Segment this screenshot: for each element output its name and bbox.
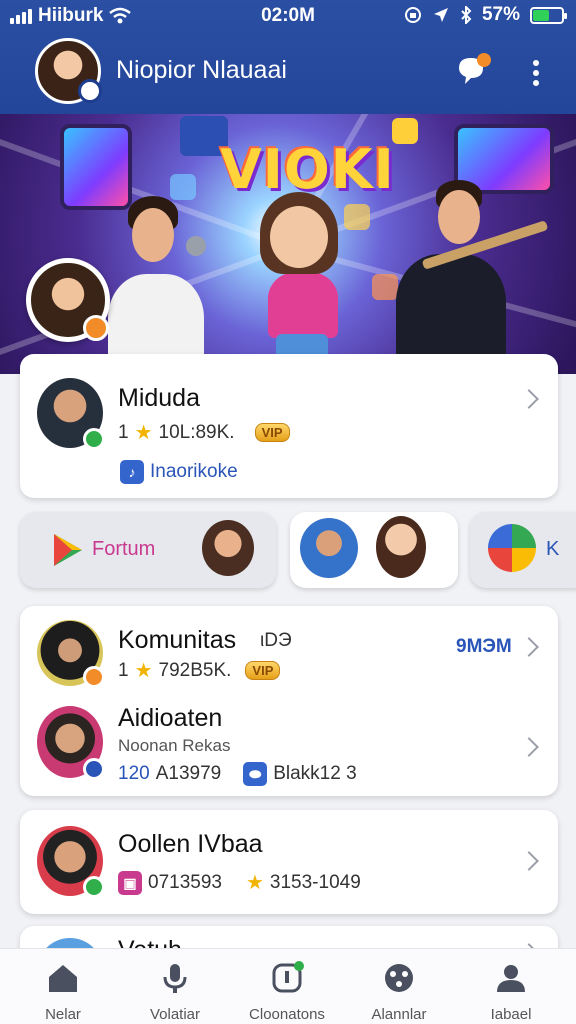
status-dot bbox=[83, 758, 105, 780]
star-icon: ★ bbox=[245, 872, 264, 894]
chevron-right-icon[interactable] bbox=[519, 851, 539, 871]
app-header: Hiiburk 02:0M 57% Niopior Nlauaai bbox=[0, 0, 576, 114]
battery-percent: 57% bbox=[481, 4, 520, 25]
home-icon bbox=[49, 965, 77, 992]
bell-icon bbox=[272, 961, 304, 993]
star-icon: ★ bbox=[134, 422, 153, 444]
music-note-icon bbox=[372, 274, 398, 300]
list-item[interactable]: Komunitas ιDЭ 1 ★ 792B5K. VIP 9MЭM bbox=[20, 606, 558, 698]
item-subtitle: Noonan Rekas bbox=[118, 736, 231, 755]
online-dot bbox=[83, 876, 105, 898]
chip-label: K bbox=[546, 538, 560, 560]
status-bar: Hiiburk 02:0M 57% bbox=[0, 0, 576, 32]
list-card[interactable]: Oollen IVbaa ▣ 0713593 ★ 3153-1049 bbox=[20, 810, 558, 914]
singer-left-head bbox=[132, 208, 174, 262]
vip-badge: VIP bbox=[254, 423, 290, 442]
play-store-icon bbox=[488, 524, 536, 572]
profile-icon bbox=[497, 965, 525, 992]
dancer-center-head bbox=[270, 206, 328, 268]
chevron-right-icon[interactable] bbox=[519, 637, 539, 657]
chip-fortum[interactable]: Fortum bbox=[20, 512, 276, 588]
microphone-icon bbox=[163, 964, 187, 993]
phone-icon: ▣ bbox=[118, 870, 142, 895]
item-name: Komunitas bbox=[118, 626, 237, 654]
studio-monitor-left bbox=[60, 124, 132, 210]
item-suffix: ιDЭ bbox=[260, 630, 292, 651]
item-stats: 1 ★ 792B5K. VIP bbox=[118, 658, 281, 683]
item-right-label: 9MЭM bbox=[456, 636, 512, 657]
rotation-lock-icon bbox=[404, 7, 421, 23]
game-controller-icon bbox=[385, 964, 413, 992]
music-note-icon bbox=[170, 174, 196, 200]
header-title: Niopior Nlauaai bbox=[116, 56, 287, 84]
vip-badge: VIP bbox=[245, 661, 281, 680]
featured-tag[interactable]: ♪ Inaorikoke bbox=[120, 460, 238, 484]
host-status-dot bbox=[83, 315, 109, 341]
chip-avatar-girl bbox=[376, 516, 426, 578]
list-item[interactable]: Aidioaten Noonan Rekas 120 A13979 ⬬ Blak… bbox=[20, 700, 558, 796]
item-name: Aidioaten bbox=[118, 704, 223, 732]
nav-home[interactable]: Nelar bbox=[8, 961, 118, 1023]
music-note-icon bbox=[392, 118, 418, 144]
chip-featured-pair[interactable] bbox=[290, 512, 458, 588]
profile-status-dot bbox=[78, 79, 102, 103]
item-stats: 120 A13979 ⬬ Blakk12 3 bbox=[118, 762, 357, 786]
item-avatar[interactable] bbox=[37, 620, 105, 688]
music-note-icon bbox=[344, 204, 370, 230]
featured-card[interactable]: Miduda 1 ★ 10L:89K. VIP ♪ Inaorikoke bbox=[20, 354, 558, 498]
chevron-right-icon[interactable] bbox=[519, 389, 539, 409]
star-icon: ★ bbox=[134, 660, 153, 682]
list-card: Komunitas ιDЭ 1 ★ 792B5K. VIP 9MЭM Aidio… bbox=[20, 606, 558, 796]
featured-avatar[interactable] bbox=[37, 378, 105, 450]
microphone-icon bbox=[186, 236, 206, 256]
chip-label: Fortum bbox=[92, 538, 156, 560]
battery-icon bbox=[530, 6, 567, 24]
chip-avatar bbox=[202, 520, 254, 576]
nav-voice[interactable]: Volatiar bbox=[120, 961, 230, 1023]
banner-title: VIOKI bbox=[220, 138, 395, 201]
featured-stats: 1 ★ 10L:89K. VIP bbox=[118, 420, 290, 445]
music-tag-icon: ♪ bbox=[120, 460, 144, 484]
online-dot bbox=[83, 428, 105, 450]
chip-partial[interactable]: K bbox=[470, 512, 576, 588]
location-icon bbox=[433, 8, 448, 22]
item-avatar[interactable] bbox=[37, 826, 105, 898]
nav-profile[interactable]: Iabael bbox=[456, 961, 566, 1023]
chat-bubble-icon[interactable] bbox=[455, 52, 491, 88]
nav-games[interactable]: Alannlar bbox=[344, 961, 454, 1023]
chip-avatar-group bbox=[300, 518, 358, 578]
status-dot bbox=[83, 666, 105, 688]
bluetooth-icon bbox=[461, 6, 472, 24]
item-name: Oollen IVbaa bbox=[118, 830, 263, 858]
featured-name: Miduda bbox=[118, 384, 200, 412]
bottom-nav: Nelar Volatiar Cloonatons Alannlar Iabae… bbox=[0, 948, 576, 1024]
dancer-center-figure bbox=[268, 272, 338, 338]
play-store-icon bbox=[54, 534, 82, 566]
item-avatar[interactable] bbox=[37, 706, 105, 780]
item-stats: ▣ 0713593 ★ 3153-1049 bbox=[118, 870, 361, 895]
host-avatar-badge[interactable] bbox=[26, 258, 110, 342]
nav-notifications[interactable]: Cloonatons bbox=[232, 961, 342, 1023]
profile-avatar[interactable] bbox=[35, 38, 102, 104]
chevron-right-icon[interactable] bbox=[519, 737, 539, 757]
link-icon: ⬬ bbox=[243, 762, 268, 786]
guitarist-right-head bbox=[438, 190, 480, 244]
more-vert-icon[interactable] bbox=[526, 58, 546, 86]
